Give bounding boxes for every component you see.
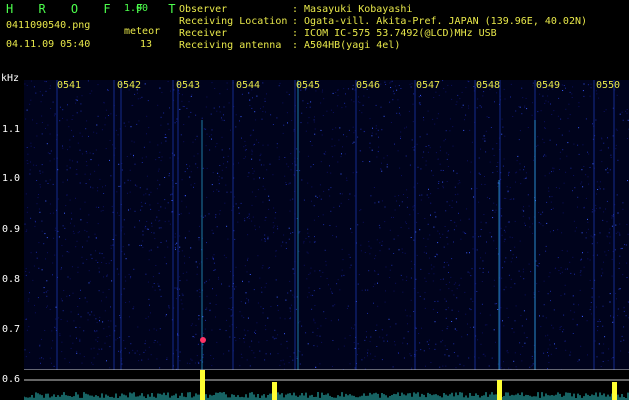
x-tick: 0543	[176, 80, 201, 91]
y-axis-unit: kHz	[1, 73, 20, 84]
x-tick: 0546	[356, 80, 381, 91]
x-tick: 0550	[596, 80, 621, 91]
x-tick: 0541	[57, 80, 82, 91]
x-tick: 0542	[117, 80, 142, 91]
location-label: Receiving Location	[179, 16, 288, 27]
y-tick: 1.1	[2, 124, 21, 135]
x-tick: 0548	[476, 80, 501, 91]
observer-value: : Masayuki Kobayashi	[292, 4, 413, 15]
receiver-label: Receiver	[179, 28, 228, 39]
location-value: : Ogata-vill. Akita-Pref. JAPAN (139.96E…	[292, 16, 588, 27]
hrofft-window: { "header": { "app_name": "H R O F F T",…	[0, 0, 629, 400]
y-tick: 0.6	[2, 374, 21, 385]
x-tick: 0544	[236, 80, 261, 91]
antenna-label: Receiving antenna	[179, 40, 282, 51]
y-tick: 0.9	[2, 224, 21, 235]
signal-strip-canvas	[23, 370, 629, 400]
antenna-value: : A504HB(yagi 4el)	[292, 40, 401, 51]
filename: 0411090540.png	[6, 20, 91, 31]
observer-label: Observer	[179, 4, 228, 15]
meteor-label: meteor	[124, 26, 161, 37]
spectrogram	[24, 80, 629, 370]
app-version: 1.00	[124, 3, 149, 14]
x-tick: 0547	[416, 80, 441, 91]
receiver-value: : ICOM IC-575 53.7492(@LCD)MHz USB	[292, 28, 497, 39]
y-tick: 0.8	[2, 274, 21, 285]
signal-strip	[23, 370, 629, 400]
y-tick: 1.0	[2, 173, 21, 184]
app-title: H R O F F T	[6, 2, 185, 16]
datetime: 04.11.09 05:40	[6, 39, 91, 50]
spectrogram-canvas	[24, 80, 629, 370]
y-tick: 0.7	[2, 324, 21, 335]
meteor-count: 13	[140, 39, 153, 50]
x-tick: 0545	[296, 80, 321, 91]
x-tick: 0549	[536, 80, 561, 91]
